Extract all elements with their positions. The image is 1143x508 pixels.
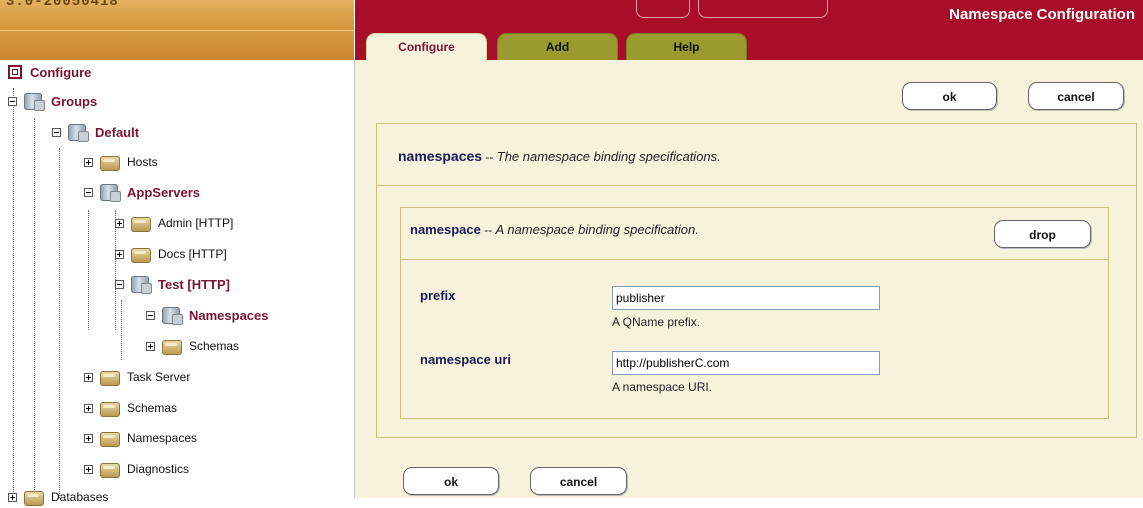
- tree-item-label: AppServers: [127, 184, 200, 200]
- tree-item-task-server[interactable]: Task Server: [84, 366, 190, 388]
- namespace-uri-help: A namespace URI.: [612, 380, 713, 394]
- tree-item-schemas[interactable]: Schemas: [84, 397, 177, 419]
- tab-configure[interactable]: Configure: [366, 33, 487, 60]
- collapse-icon[interactable]: [8, 96, 17, 106]
- expand-icon[interactable]: [146, 341, 155, 351]
- tree-item-label: Diagnostics: [127, 462, 190, 476]
- tree-item-label: Namespaces: [189, 307, 269, 323]
- namespace-uri-label: namespace uri: [420, 352, 512, 367]
- header-decoration: [636, 0, 690, 18]
- box-icon: [99, 368, 120, 386]
- namespaces-section-header: namespaces -- The namespace binding spec…: [377, 124, 1136, 186]
- tree-item-databases[interactable]: Databases: [8, 486, 108, 508]
- tree-item-label: Namespaces: [127, 431, 198, 445]
- collapse-icon[interactable]: [146, 310, 155, 320]
- tree-guide-line: [88, 210, 89, 330]
- tree-item-label: Databases: [51, 490, 109, 504]
- prefix-input[interactable]: [612, 286, 880, 310]
- tree-guide-line: [59, 148, 60, 498]
- box-icon: [130, 214, 151, 232]
- drop-button[interactable]: drop: [994, 220, 1091, 248]
- header-decoration: [698, 0, 828, 18]
- collapse-icon[interactable]: [115, 279, 124, 289]
- expand-icon[interactable]: [84, 433, 93, 443]
- database-icon: [161, 306, 183, 325]
- tree-item-docs-http[interactable]: Docs [HTTP]: [115, 243, 227, 265]
- box-icon: [130, 245, 151, 263]
- left-header-band: [0, 30, 354, 61]
- tree-item-label: Hosts: [127, 155, 158, 169]
- tree-item-admin-http[interactable]: Admin [HTTP]: [115, 212, 233, 234]
- expand-icon[interactable]: [84, 157, 93, 167]
- tree-item-label: Admin [HTTP]: [158, 216, 234, 230]
- tree-item-default[interactable]: Default: [52, 121, 139, 143]
- expand-icon[interactable]: [8, 492, 17, 502]
- tree-item-label: Schemas: [189, 339, 240, 353]
- tree-item-label: Docs [HTTP]: [158, 247, 227, 261]
- namespace-uri-input[interactable]: [612, 351, 880, 375]
- expand-icon[interactable]: [115, 218, 124, 228]
- tree-item-label: Task Server: [127, 370, 191, 384]
- tree-root-configure[interactable]: Configure: [8, 61, 91, 83]
- navigation-tree: Configure Groups Default Hosts AppServer…: [0, 60, 355, 506]
- tree-guide-line: [34, 118, 35, 498]
- tree-item-label: Test [HTTP]: [158, 276, 230, 292]
- left-header: 3.0-20050418: [0, 0, 354, 61]
- cancel-button-top[interactable]: cancel: [1028, 82, 1124, 110]
- collapse-icon[interactable]: [52, 127, 61, 137]
- tree-item-appservers[interactable]: AppServers: [84, 181, 200, 203]
- configure-icon: [8, 65, 22, 79]
- version-label: 3.0-20050418: [6, 0, 119, 10]
- prefix-help: A QName prefix.: [612, 315, 701, 329]
- expand-icon[interactable]: [84, 372, 93, 382]
- database-icon: [23, 92, 45, 111]
- expand-icon[interactable]: [115, 249, 124, 259]
- collapse-icon[interactable]: [84, 187, 93, 197]
- box-icon: [99, 399, 120, 417]
- tree-item-groups[interactable]: Groups: [8, 90, 97, 112]
- box-icon: [161, 337, 182, 355]
- namespaces-section-description: The namespace binding specifications.: [496, 149, 721, 164]
- ok-button-bottom[interactable]: ok: [403, 467, 499, 495]
- tree-guide-line: [121, 300, 122, 360]
- page-title: Namespace Configuration: [949, 6, 1135, 23]
- tree-item-diagnostics[interactable]: Diagnostics: [84, 458, 189, 480]
- tree-item-hosts[interactable]: Hosts: [84, 151, 158, 173]
- tree-item-label: Default: [95, 124, 140, 140]
- box-icon: [99, 460, 120, 478]
- separator: --: [484, 223, 493, 237]
- box-icon: [99, 153, 120, 171]
- tree-item-label: Schemas: [127, 401, 178, 415]
- tab-add[interactable]: Add: [497, 33, 618, 60]
- expand-icon[interactable]: [84, 403, 93, 413]
- tree-item-label: Groups: [51, 93, 98, 109]
- database-icon: [130, 275, 152, 294]
- tree-item-test-http[interactable]: Test [HTTP]: [115, 273, 230, 295]
- expand-icon[interactable]: [84, 464, 93, 474]
- tree-item-namespaces[interactable]: Namespaces: [84, 427, 197, 449]
- prefix-label: prefix: [420, 288, 456, 303]
- namespace-section-description: A namespace binding specification.: [495, 222, 699, 237]
- ok-button-top[interactable]: ok: [902, 82, 997, 110]
- box-icon: [23, 488, 44, 506]
- tree-item-label: Configure: [30, 64, 92, 80]
- tree-guide-line: [13, 88, 14, 498]
- database-icon: [67, 123, 89, 142]
- tab-help[interactable]: Help: [626, 33, 747, 60]
- separator: --: [485, 150, 494, 164]
- database-icon: [99, 183, 121, 202]
- box-icon: [99, 429, 120, 447]
- cancel-button-bottom[interactable]: cancel: [530, 467, 627, 495]
- tree-item-schemas-test[interactable]: Schemas: [146, 335, 239, 357]
- namespace-section-title: namespace: [410, 222, 481, 237]
- tree-item-namespaces-selected[interactable]: Namespaces: [146, 304, 269, 326]
- namespaces-section-title: namespaces: [398, 148, 483, 164]
